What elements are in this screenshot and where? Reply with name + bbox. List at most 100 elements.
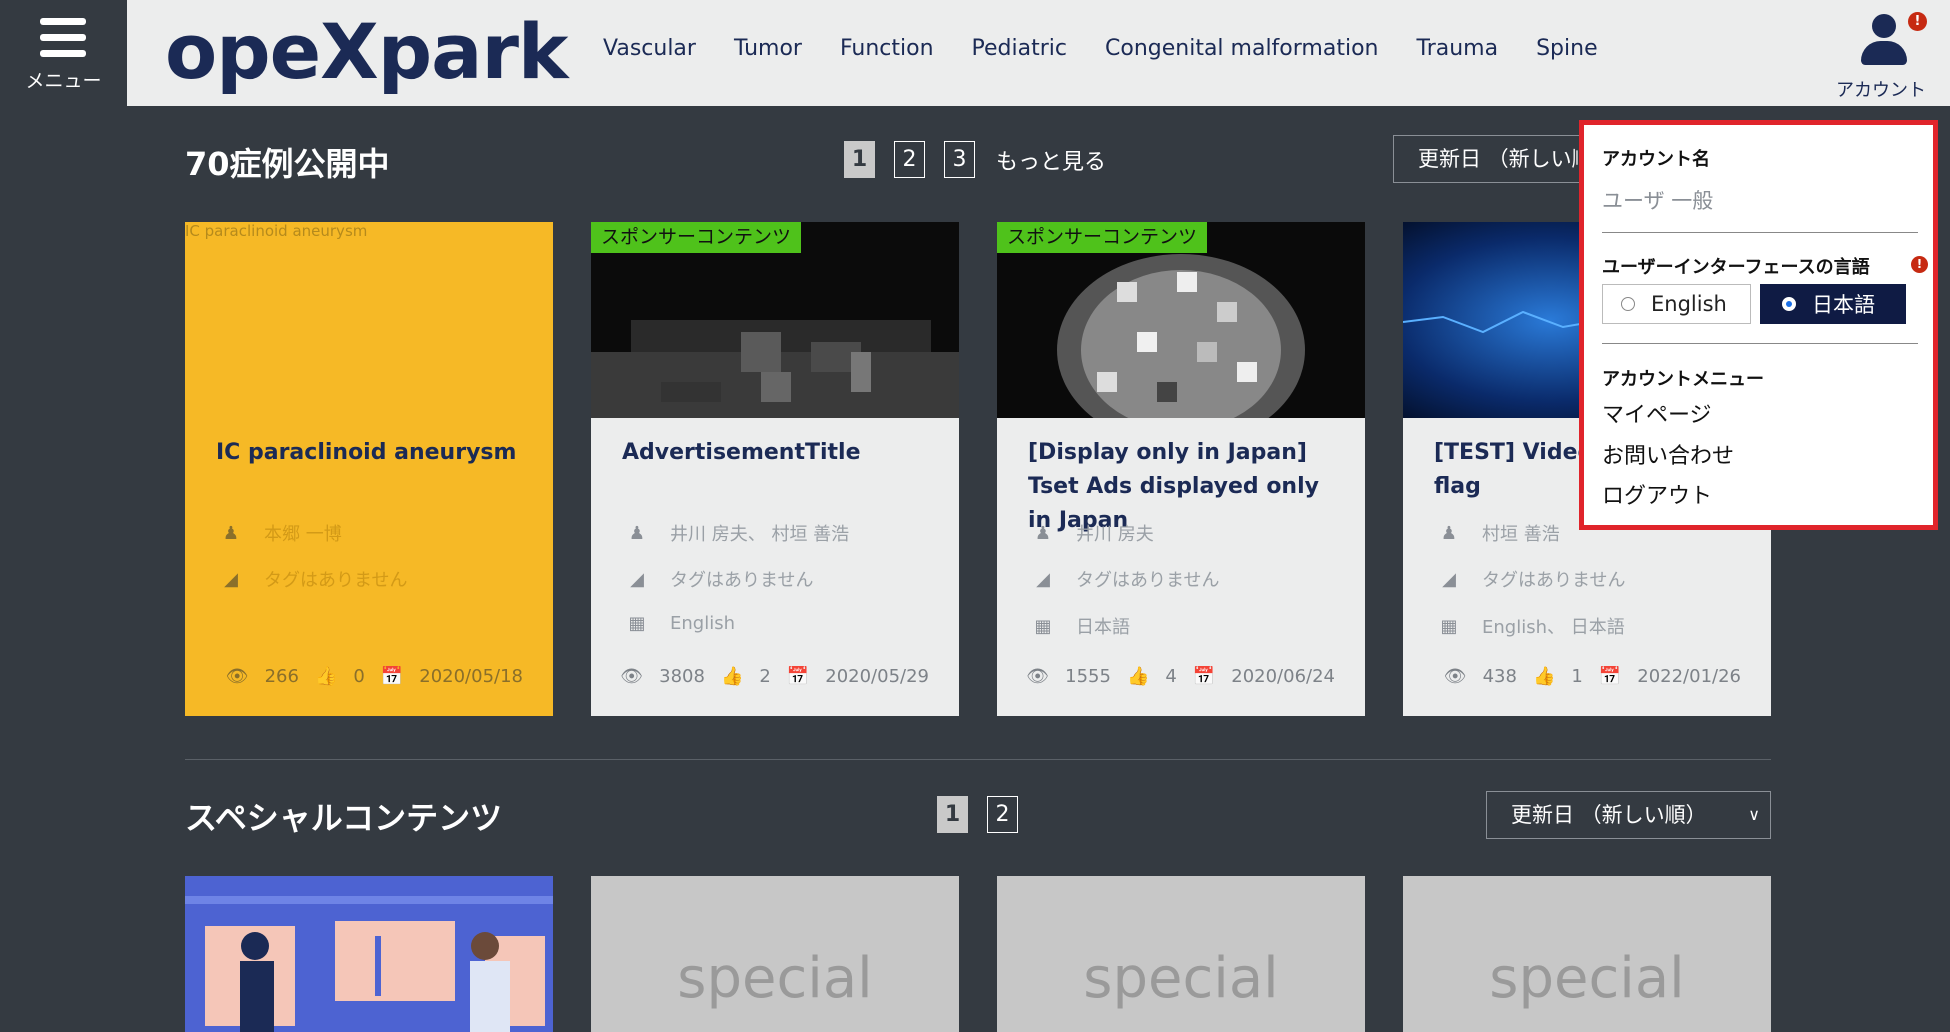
language-option-japanese[interactable]: 日本語 [1760,284,1906,324]
doctor-icon: ♟ [1034,522,1052,544]
special-card[interactable]: special [1403,876,1771,1032]
tags-icon: ◢ [630,568,644,590]
language-icon: ▦ [1034,615,1052,637]
views-count: 266 [264,666,299,687]
special-placeholder: special [1489,946,1685,1011]
card-stats: 👁 1555 👍 4 📅 2020/06/24 [1010,666,1335,687]
nav-trauma[interactable]: Trauma [1416,36,1498,61]
nav-function[interactable]: Function [840,36,934,61]
likes-icon: 👍 [1126,666,1150,687]
card-date: 2020/05/18 [419,666,523,687]
sort-select-value: 更新日 （新しい順） [1511,803,1707,827]
calendar-icon: 📅 [1192,666,1216,687]
likes-count: 4 [1165,666,1177,687]
special-card[interactable]: special [997,876,1365,1032]
page-button-2[interactable]: 2 [987,796,1018,833]
nav-congenital-malformation[interactable]: Congenital malformation [1105,36,1378,61]
views-icon: 👁 [1443,666,1467,687]
card-tags: ◢ タグはありません [1434,566,1625,592]
special-placeholder: special [677,946,873,1011]
sponsor-badge: スポンサーコンテンツ [997,222,1208,253]
likes-icon: 👍 [1532,666,1556,687]
menu-button[interactable]: メニュー [0,0,127,106]
illustration-image [185,876,553,1032]
language-icon: ▦ [628,613,646,634]
page-button-3[interactable]: 3 [944,141,975,178]
page-button-1[interactable]: 1 [844,141,875,178]
nav-spine[interactable]: Spine [1536,36,1598,61]
case-card[interactable]: スポンサーコンテンツ AdvertisementTitle ♟ 井川 房夫、 村垣… [591,222,959,716]
top-navbar: opeXpark Vascular Tumor Function Pediatr… [127,0,1950,106]
divider [1602,343,1918,344]
special-card[interactable] [185,876,553,1032]
logout-link[interactable]: ログアウト [1602,478,1712,510]
nav-tumor[interactable]: Tumor [734,36,802,61]
calendar-icon: 📅 [380,666,404,687]
site-logo[interactable]: opeXpark [165,4,568,100]
views-count: 1555 [1065,666,1111,687]
card-title[interactable]: IC paraclinoid aneurysm [216,436,536,470]
doctor-icon: ♟ [628,522,646,544]
card-stats: 👁 3808 👍 2 📅 2020/05/29 [604,666,929,687]
section-title-cases: 70症例公開中 [185,145,390,183]
card-stats: 👁 266 👍 0 📅 2020/05/18 [210,666,523,687]
views-count: 438 [1482,666,1517,687]
views-icon: 👁 [620,666,644,687]
card-stats: 👁 438 👍 1 📅 2022/01/26 [1428,666,1741,687]
account-menu-label: アカウントメニュー [1602,369,1764,390]
ui-language-label: ユーザーインターフェースの言語 [1602,257,1870,278]
special-card[interactable]: special [591,876,959,1032]
likes-count: 0 [353,666,365,687]
card-language: ▦ 日本語 [1028,613,1130,639]
card-language: ▦ English [622,613,735,634]
calendar-icon: 📅 [1598,666,1622,687]
language-option-english[interactable]: English [1602,284,1751,324]
doctor-icon: ♟ [1440,522,1458,544]
chevron-down-icon: ∨ [1748,805,1760,824]
hamburger-icon [40,18,86,58]
card-authors: ♟ 本郷 一博 [216,520,342,546]
nav-vascular[interactable]: Vascular [603,36,696,61]
case-card[interactable]: IC paraclinoid aneurysm IC paraclinoid a… [185,222,553,716]
account-dropdown: アカウント名 ユーザ 一般 ユーザーインターフェースの言語 ! English … [1579,120,1938,530]
user-icon [1861,14,1907,66]
sort-select-special[interactable]: 更新日 （新しい順） ∨ [1486,791,1771,839]
radio-selected-icon [1782,297,1796,311]
pagination-special: 1 2 [937,796,1037,833]
page-button-2[interactable]: 2 [894,141,925,178]
section-title-special: スペシャルコンテンツ [185,799,503,837]
contact-link[interactable]: お問い合わせ [1602,438,1734,470]
views-icon: 👁 [1026,666,1050,687]
card-title[interactable]: AdvertisementTitle [622,436,942,470]
sort-select-value: 更新日 （新しい順） [1418,147,1592,171]
account-name-label: アカウント名 [1602,149,1710,170]
page-button-1[interactable]: 1 [937,796,968,833]
doctor-icon: ♟ [222,522,240,544]
card-authors: ♟ 井川 房夫 [1028,520,1154,546]
mypage-link[interactable]: マイページ [1602,397,1712,429]
sort-select-cases[interactable]: 更新日 （新しい順） [1393,135,1593,183]
broken-image: IC paraclinoid aneurysm [185,222,368,240]
card-date: 2022/01/26 [1637,666,1741,687]
sponsor-badge: スポンサーコンテンツ [591,222,802,253]
alert-icon: ! [1911,256,1928,273]
category-nav: Vascular Tumor Function Pediatric Congen… [603,36,1636,61]
account-name-value: ユーザ 一般 [1602,189,1714,213]
language-icon: ▦ [1440,615,1458,637]
views-icon: 👁 [225,666,249,687]
card-authors: ♟ 村垣 善浩 [1434,520,1560,546]
alert-icon: ! [1908,12,1927,31]
case-card[interactable]: スポンサーコンテンツ [Display only in Japan] Tset … [997,222,1365,716]
account-label: アカウント [1836,80,1926,101]
card-tags: ◢ タグはありません [622,566,813,592]
card-tags: ◢ タグはありません [1028,566,1219,592]
likes-icon: 👍 [314,666,338,687]
tags-icon: ◢ [1442,568,1456,590]
nav-pediatric[interactable]: Pediatric [972,36,1067,61]
more-link[interactable]: もっと見る [996,144,1106,176]
account-button[interactable]: ! アカウント [1826,10,1936,101]
likes-count: 2 [759,666,771,687]
menu-label: メニュー [25,70,102,92]
card-tags: ◢ タグはありません [216,566,407,592]
calendar-icon: 📅 [786,666,810,687]
